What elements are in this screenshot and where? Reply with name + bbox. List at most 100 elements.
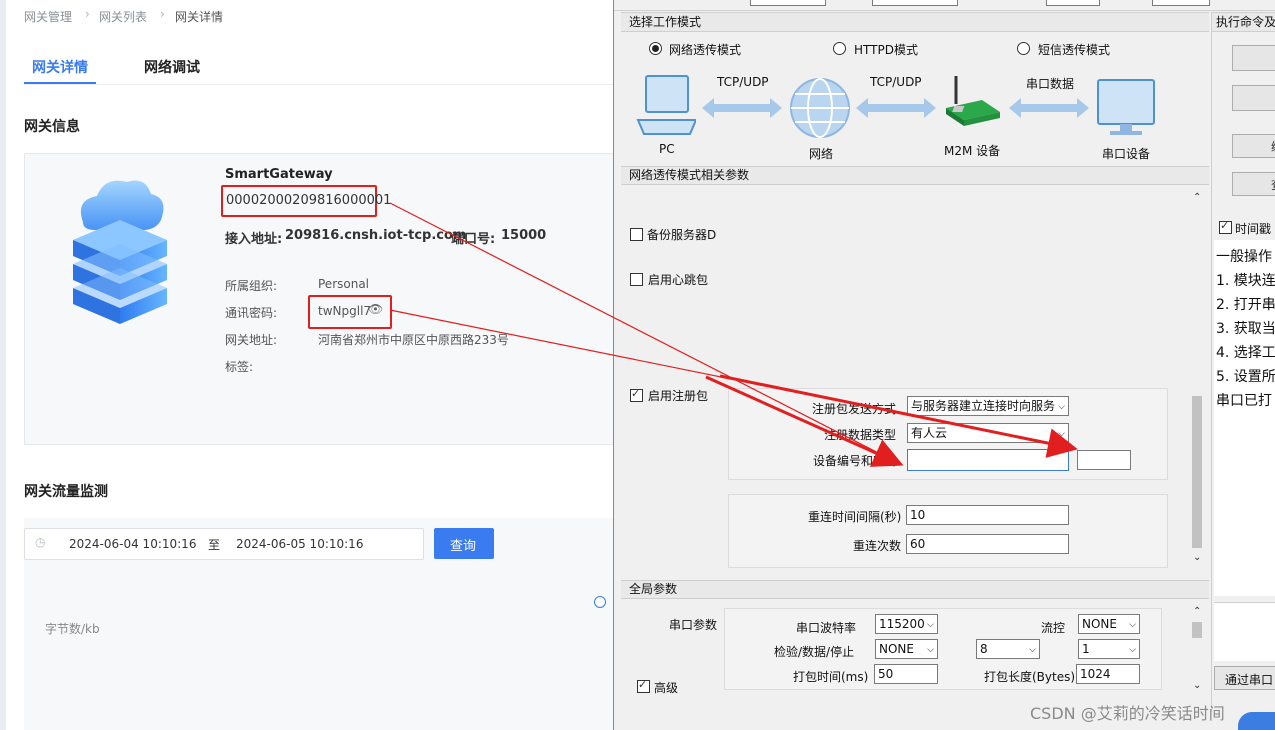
pack-length-input[interactable]: 1024 xyxy=(1076,664,1140,684)
log-line: 串口已打 xyxy=(1216,393,1272,409)
eye-icon[interactable]: 👁 xyxy=(368,302,383,316)
mode-radio-httpd[interactable] xyxy=(833,42,846,55)
mode-radio-sms[interactable] xyxy=(1017,42,1030,55)
mode-label-network[interactable]: 网络透传模式 xyxy=(669,41,741,58)
cloud-server-icon xyxy=(73,180,167,324)
stopbits-select[interactable]: 1 ⌵ xyxy=(1078,639,1140,659)
baud-label: 串口波特率 xyxy=(796,621,857,635)
global-params-group-header: 全局参数 xyxy=(621,580,1209,599)
access-address-label: 接入地址: xyxy=(225,232,283,247)
toolbar-field-4[interactable] xyxy=(1152,0,1210,6)
date-separator: 至 xyxy=(208,538,221,552)
breadcrumb-item-manage[interactable]: 网关管理 xyxy=(24,8,72,25)
register-send-select[interactable]: 与服务器建立连接时向服务 ⌵ xyxy=(907,396,1069,416)
pack-time-input[interactable]: 50 xyxy=(874,664,938,684)
chevron-down-icon: ⌵ xyxy=(1129,645,1136,655)
gateway-address-label: 网关地址: xyxy=(225,333,278,347)
m2m-device-icon xyxy=(946,76,1000,126)
query-button[interactable]: 查询 xyxy=(434,528,494,559)
date-to[interactable]: 2024-06-05 10:10:16 xyxy=(236,537,363,551)
tab-gateway-detail[interactable]: 网关详情 xyxy=(32,57,88,77)
command-button-1[interactable] xyxy=(1232,45,1275,71)
date-range-picker[interactable]: ◷ 2024-06-04 10:10:16 至 2024-06-05 10:10… xyxy=(24,528,424,560)
mode-label-httpd[interactable]: HTTPD模式 xyxy=(854,41,918,58)
pack-length-label: 打包长度(Bytes) xyxy=(984,670,1076,684)
flow-select[interactable]: NONE ⌵ xyxy=(1078,614,1140,634)
baud-value: 115200 xyxy=(879,617,925,631)
log-panel[interactable]: 一般操作 1. 模块连 2. 打开串 3. 获取当 4. 选择工 5. 设置所 … xyxy=(1214,240,1275,596)
scroll-up-icon[interactable]: ⌃ xyxy=(1193,192,1201,203)
gateway-address-value: 河南省郑州市中原区中原西路233号 xyxy=(318,333,509,347)
diagram-net-label: 网络 xyxy=(809,147,834,161)
gateway-detail-page: 网关管理 › 网关列表 › 网关详情 网关详情 网络调试 网关信息 SmartG… xyxy=(0,0,615,730)
device-id-input[interactable] xyxy=(907,449,1069,471)
backup-server-checkbox[interactable] xyxy=(630,228,643,241)
device-password-input[interactable] xyxy=(1077,450,1131,470)
reconnect-interval-input[interactable]: 10 xyxy=(906,505,1069,525)
date-from[interactable]: 2024-06-04 10:10:16 xyxy=(69,537,196,551)
register-checkbox[interactable] xyxy=(630,387,643,402)
log-line: 2. 打开串 xyxy=(1216,297,1275,313)
config-tool-window: 选择工作模式 网络透传模式 HTTPD模式 短信透传模式 PC TCP/UDP … xyxy=(613,0,1275,730)
chevron-right-icon: › xyxy=(160,7,165,21)
scroll-thumb[interactable] xyxy=(1192,622,1202,638)
command-button-2[interactable] xyxy=(1232,85,1275,111)
chevron-right-icon: › xyxy=(85,7,90,21)
gateway-info-card: SmartGateway 00002000209816000001 接入地址: … xyxy=(24,153,615,445)
breadcrumb-item-list[interactable]: 网关列表 xyxy=(99,8,147,25)
flow-value: NONE xyxy=(1082,617,1117,631)
scroll-down-icon[interactable]: ⌄ xyxy=(1193,552,1201,563)
timestamp-checkbox[interactable] xyxy=(1219,219,1232,234)
send-text-area[interactable] xyxy=(1214,602,1275,661)
reconnect-count-label: 重连次数 xyxy=(853,539,902,553)
log-line: 一般操作 xyxy=(1216,249,1272,265)
network-params-group-header: 网络透传模式相关参数 xyxy=(621,166,1209,185)
mode-radio-network[interactable] xyxy=(649,42,662,55)
register-type-select[interactable]: 有人云 ⌵ xyxy=(907,423,1069,443)
scroll-thumb[interactable] xyxy=(1192,396,1202,548)
command-button-3[interactable]: 编 xyxy=(1232,134,1275,158)
command-button-4-glyph: 查 xyxy=(1271,176,1275,193)
scroll-up-icon[interactable]: ⌃ xyxy=(1193,606,1201,617)
tab-network-debug[interactable]: 网络调试 xyxy=(144,57,200,77)
watermark-text: CSDN @艾莉的冷笑话时间 xyxy=(1030,704,1225,723)
reconnect-count-input[interactable]: 60 xyxy=(906,534,1069,554)
org-label: 所属组织: xyxy=(225,279,278,293)
toolbar-field-3[interactable] xyxy=(1046,0,1100,6)
diagram-m2m-label: M2M 设备 xyxy=(944,144,1001,158)
traffic-monitor-title: 网关流量监测 xyxy=(24,484,108,500)
timestamp-label[interactable]: 时间戳 xyxy=(1235,220,1271,237)
command-button-4[interactable]: 查 xyxy=(1232,172,1275,196)
params-scrollbar[interactable]: ⌃ ⌄ xyxy=(1189,188,1205,568)
send-via-serial-button[interactable]: 通过串口 xyxy=(1214,666,1275,690)
global-scrollbar[interactable]: ⌃ ⌄ xyxy=(1189,604,1205,696)
clock-icon: ◷ xyxy=(35,535,46,549)
toolbar-field-1[interactable] xyxy=(750,0,826,6)
log-line: 5. 设置所 xyxy=(1216,369,1275,385)
command-column: 执行命令及 编 查 时间戳 一般操作 1. 模块连 2. 打开串 3. 获取当 … xyxy=(1211,12,1275,712)
databits-select[interactable]: 8 ⌵ xyxy=(976,639,1040,659)
reconnect-interval-label: 重连时间间隔(秒) xyxy=(808,510,902,524)
toolbar-field-2[interactable] xyxy=(872,0,958,6)
log-line: 4. 选择工 xyxy=(1216,345,1275,361)
double-arrow-icon xyxy=(1009,98,1089,118)
taskbar-corner xyxy=(1238,712,1275,730)
backup-server-label[interactable]: 备份服务器D xyxy=(647,226,716,243)
parity-value: NONE xyxy=(879,642,914,656)
advanced-checkbox[interactable] xyxy=(637,678,650,693)
heartbeat-label[interactable]: 启用心跳包 xyxy=(648,271,708,288)
parity-select[interactable]: NONE ⌵ xyxy=(875,639,938,659)
flow-label: 流控 xyxy=(1041,621,1066,635)
advanced-label[interactable]: 高级 xyxy=(654,679,678,696)
scroll-down-icon[interactable]: ⌄ xyxy=(1193,680,1201,691)
access-address-value: 209816.cnsh.iot-tcp.com xyxy=(285,228,467,243)
baud-select[interactable]: 115200 ⌵ xyxy=(875,614,938,634)
register-label[interactable]: 启用注册包 xyxy=(648,387,708,404)
diagram-serial-device-label: 串口设备 xyxy=(1102,147,1151,161)
globe-icon xyxy=(790,78,850,138)
register-type-value: 有人云 xyxy=(911,426,948,440)
heartbeat-checkbox[interactable] xyxy=(630,273,643,286)
network-params-panel: 备份服务器D 启用心跳包 启用注册包 注册包发送方式 与服务器建立连接时向服务 … xyxy=(621,186,1189,568)
mode-label-sms[interactable]: 短信透传模式 xyxy=(1038,41,1110,58)
gateway-name: SmartGateway xyxy=(225,167,333,182)
